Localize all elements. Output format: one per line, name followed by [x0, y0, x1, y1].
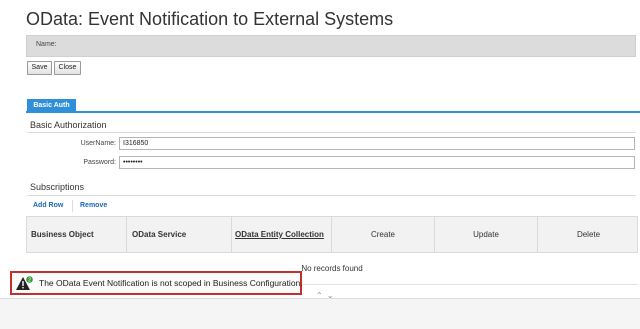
save-button[interactable]: Save [27, 61, 52, 75]
column-header-odata-service[interactable]: OData Service [127, 217, 232, 253]
warning-icon: 2 [16, 276, 33, 290]
message-count-badge: 2 [28, 278, 31, 284]
username-label: UserName: [80, 140, 116, 147]
message-bar[interactable]: 2 The OData Event Notification is not sc… [10, 271, 303, 295]
column-header-business-object[interactable]: Business Object [27, 217, 127, 253]
column-header-delete[interactable]: Delete [538, 217, 639, 253]
column-header-label: Update [473, 230, 499, 239]
name-label: Name: [36, 41, 57, 48]
column-header-create[interactable]: Create [332, 217, 435, 253]
column-header-label: Business Object [31, 230, 94, 239]
divider [27, 132, 636, 133]
message-text: The OData Event Notification is not scop… [39, 278, 303, 288]
basic-auth-section-title: Basic Authorization [30, 120, 107, 130]
close-button[interactable]: Close [54, 61, 81, 75]
footer-bar [0, 298, 640, 329]
column-header-odata-entity-collection[interactable]: OData Entity Collection [232, 217, 332, 253]
password-field[interactable]: •••••••• [119, 156, 635, 169]
add-row-button[interactable]: Add Row [33, 202, 63, 209]
toolbar-separator [72, 200, 73, 212]
name-header-bar: Name: [26, 35, 636, 57]
page-title: OData: Event Notification to External Sy… [26, 9, 394, 29]
tab-strip [26, 111, 640, 113]
column-header-label: Create [370, 230, 395, 239]
column-header-label: OData Entity Collection [235, 230, 324, 239]
subscriptions-table-header: Business Object OData Service OData Enti… [26, 216, 638, 253]
remove-button[interactable]: Remove [80, 202, 107, 209]
column-header-label: Delete [576, 230, 601, 239]
subscriptions-section-title: Subscriptions [30, 182, 85, 192]
column-header-label: OData Service [132, 230, 187, 239]
password-label: Password: [83, 159, 116, 166]
divider [27, 195, 636, 196]
column-header-update[interactable]: Update [435, 217, 538, 253]
username-field[interactable]: I316850 [119, 137, 635, 150]
